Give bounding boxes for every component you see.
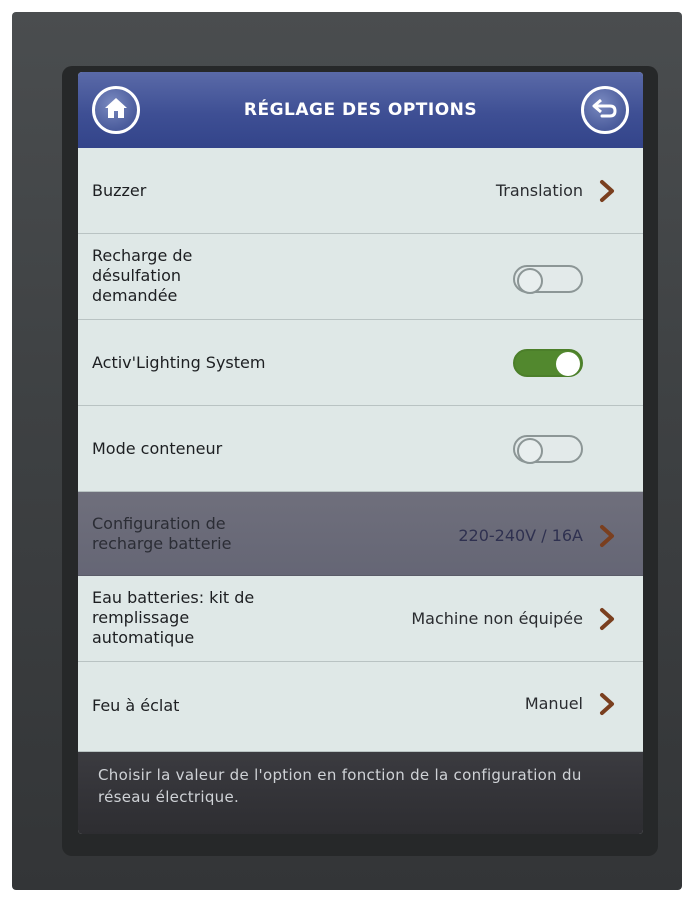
option-row-buzzer[interactable]: Buzzer Translation bbox=[78, 148, 643, 234]
chevron-right-icon bbox=[600, 608, 614, 630]
option-label: Mode conteneur bbox=[92, 439, 223, 458]
option-label-line: remplissage bbox=[92, 608, 190, 627]
chevron-right-icon bbox=[600, 525, 614, 547]
option-row-activ-lighting[interactable]: Activ'Lighting System bbox=[78, 320, 643, 406]
option-row-desulfation[interactable]: Recharge de désulfation demandée bbox=[78, 234, 643, 320]
toggle-knob bbox=[517, 438, 543, 464]
help-footer: Choisir la valeur de l'option en fonctio… bbox=[78, 752, 643, 834]
help-text: Choisir la valeur de l'option en fonctio… bbox=[98, 766, 582, 806]
touch-screen: RÉGLAGE DES OPTIONS Buzzer Translation R… bbox=[78, 72, 643, 834]
desulfation-toggle[interactable] bbox=[513, 265, 583, 294]
option-label-line: Recharge de bbox=[92, 246, 193, 265]
option-label-line: automatique bbox=[92, 628, 195, 647]
option-label: Activ'Lighting System bbox=[92, 353, 266, 372]
option-label: Recharge de désulfation demandée bbox=[92, 246, 192, 306]
option-label-line: Eau batteries: kit de bbox=[92, 588, 255, 607]
mode-conteneur-toggle[interactable] bbox=[513, 435, 583, 464]
option-label-line: recharge batterie bbox=[92, 534, 232, 553]
toggle-knob bbox=[517, 268, 543, 294]
option-label: Eau batteries: kit de remplissage automa… bbox=[92, 588, 254, 648]
option-row-eau-batteries[interactable]: Eau batteries: kit de remplissage automa… bbox=[78, 576, 643, 662]
back-button[interactable] bbox=[581, 86, 629, 134]
activ-lighting-toggle[interactable] bbox=[513, 349, 583, 377]
option-value: Machine non équipée bbox=[411, 609, 583, 628]
toggle-knob bbox=[556, 352, 580, 376]
option-row-mode-conteneur[interactable]: Mode conteneur bbox=[78, 406, 643, 492]
option-label-line: Configuration de bbox=[92, 514, 226, 533]
option-row-feu-eclat[interactable]: Feu à éclat Manuel bbox=[78, 662, 643, 752]
photo-background: RÉGLAGE DES OPTIONS Buzzer Translation R… bbox=[0, 0, 688, 908]
option-value: Manuel bbox=[524, 694, 583, 713]
header-bar: RÉGLAGE DES OPTIONS bbox=[78, 72, 643, 148]
option-label: Configuration de recharge batterie bbox=[92, 514, 231, 554]
option-label-line: désulfation bbox=[92, 266, 182, 285]
option-row-charge-config[interactable]: Configuration de recharge batterie 220-2… bbox=[78, 492, 643, 576]
option-value: 220-240V / 16A bbox=[458, 526, 583, 545]
option-label-line: demandée bbox=[92, 286, 178, 305]
option-value: Translation bbox=[495, 181, 583, 200]
option-label: Feu à éclat bbox=[92, 696, 180, 715]
back-arrow-icon bbox=[592, 97, 618, 123]
page-title: RÉGLAGE DES OPTIONS bbox=[243, 100, 478, 120]
chevron-right-icon bbox=[600, 693, 614, 715]
chevron-right-icon bbox=[600, 180, 614, 202]
option-label: Buzzer bbox=[92, 181, 147, 200]
